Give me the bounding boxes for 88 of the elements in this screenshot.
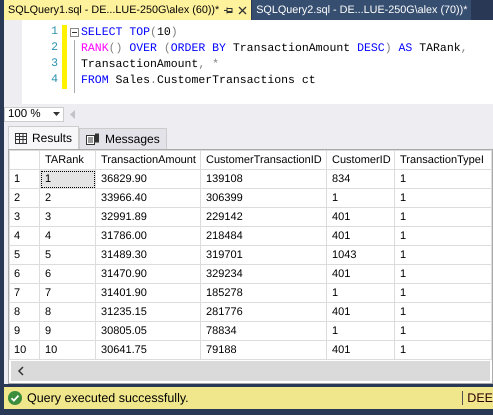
table-cell: 139108 [200, 170, 326, 188]
scroll-left-icon[interactable] [17, 366, 25, 376]
table-cell: 1 [394, 188, 492, 208]
corner-cell [10, 150, 40, 170]
table-cell: 30641.75 [96, 340, 200, 360]
row-header[interactable]: 2 [10, 188, 40, 208]
table-cell: 30805.05 [96, 322, 200, 340]
table-cell: 1 [326, 322, 394, 340]
pin-icon[interactable] [224, 6, 234, 14]
table-cell: 1 [326, 284, 394, 302]
document-tab[interactable]: SQLQuery1.sql - DE...LUE-250G\alex (60))* [4, 0, 252, 20]
table-cell: 306399 [200, 188, 326, 208]
column-header[interactable]: TransactionAmount [96, 150, 200, 170]
horizontal-scrollbar[interactable] [11, 361, 490, 381]
table-cell: 1 [394, 340, 492, 360]
table-cell: 1 [394, 208, 492, 226]
table-cell: 31401.90 [96, 284, 200, 302]
table-cell: 31235.15 [96, 302, 200, 322]
table-cell: 401 [326, 208, 394, 226]
table-cell: 1 [394, 170, 492, 188]
results-tab[interactable]: Messages [79, 128, 167, 149]
table-cell: 401 [326, 226, 394, 246]
code-line: SELECT TOP(10) [81, 25, 179, 41]
table-cell: 1 [394, 302, 492, 322]
table-cell: 9 [40, 322, 96, 340]
table-cell: 1 [394, 226, 492, 246]
table-cell: 33966.40 [96, 188, 200, 208]
table-cell: 401 [326, 340, 394, 360]
collapse-icon[interactable] [70, 28, 78, 37]
column-header[interactable]: TransactionTypeI [394, 150, 492, 170]
column-header[interactable]: CustomerTransactionID [200, 150, 326, 170]
table-cell: 185278 [200, 284, 326, 302]
table-cell: 218484 [200, 226, 326, 246]
table-cell: 2 [40, 188, 96, 208]
results-tab[interactable]: Results [8, 126, 80, 149]
table-cell: 1 [394, 284, 492, 302]
code-line: FROM Sales.CustomerTransactions ct [81, 73, 317, 89]
row-header[interactable]: 4 [10, 226, 40, 246]
dropdown-arrow-icon [53, 112, 60, 116]
table-cell: 7 [40, 284, 96, 302]
table-cell: 1 [40, 170, 96, 188]
success-check-icon [8, 391, 22, 405]
table-cell: 78834 [200, 322, 326, 340]
table-cell: 31470.90 [96, 264, 200, 284]
close-icon[interactable] [238, 6, 248, 14]
table-cell: 6 [40, 264, 96, 284]
table-cell: 319701 [200, 246, 326, 264]
table-cell: 32991.89 [96, 208, 200, 226]
table-cell: 31786.00 [96, 226, 200, 246]
row-header[interactable]: 7 [10, 284, 40, 302]
line-number: 1 [50, 25, 59, 40]
table-cell: 401 [326, 264, 394, 284]
table-cell: 401 [326, 302, 394, 322]
line-number: 2 [50, 41, 59, 56]
status-message: Query executed successfully. [27, 391, 189, 405]
zoom-dropdown[interactable]: 100 % [4, 106, 64, 122]
table-cell: 281776 [200, 302, 326, 322]
table-cell: 8 [40, 302, 96, 322]
table-cell: 1 [394, 264, 492, 284]
code-line: RANK() OVER (ORDER BY TransactionAmount DESC) AS TARank, [81, 41, 468, 57]
line-number: 3 [50, 57, 59, 72]
table-cell: 1 [394, 246, 492, 264]
table-cell: 36829.90 [96, 170, 200, 188]
table-cell: 79188 [200, 340, 326, 360]
table-cell: 834 [326, 170, 394, 188]
row-header[interactable]: 9 [10, 322, 40, 340]
table-cell: 1 [326, 188, 394, 208]
table-cell: 4 [40, 226, 96, 246]
table-cell: 5 [40, 246, 96, 264]
row-header[interactable]: 6 [10, 264, 40, 284]
table-cell: 329234 [200, 264, 326, 284]
table-cell: 1 [394, 322, 492, 340]
row-header[interactable]: 10 [10, 340, 40, 360]
server-name: DEE [462, 391, 493, 405]
row-header[interactable]: 5 [10, 246, 40, 264]
document-tab[interactable]: SQLQuery2.sql - DE...LUE-250G\alex (70))* [252, 0, 472, 20]
row-header[interactable]: 3 [10, 208, 40, 226]
table-cell: 1043 [326, 246, 394, 264]
table-cell: 3 [40, 208, 96, 226]
column-header[interactable]: CustomerID [326, 150, 394, 170]
grid-icon [15, 132, 27, 144]
table-cell: 10 [40, 340, 96, 360]
row-header[interactable]: 8 [10, 302, 40, 322]
table-cell: 31489.30 [96, 246, 200, 264]
table-cell: 229142 [200, 208, 326, 226]
code-line: TransactionAmount, * [81, 57, 220, 73]
line-number: 4 [50, 73, 59, 88]
document-icon [86, 133, 100, 145]
